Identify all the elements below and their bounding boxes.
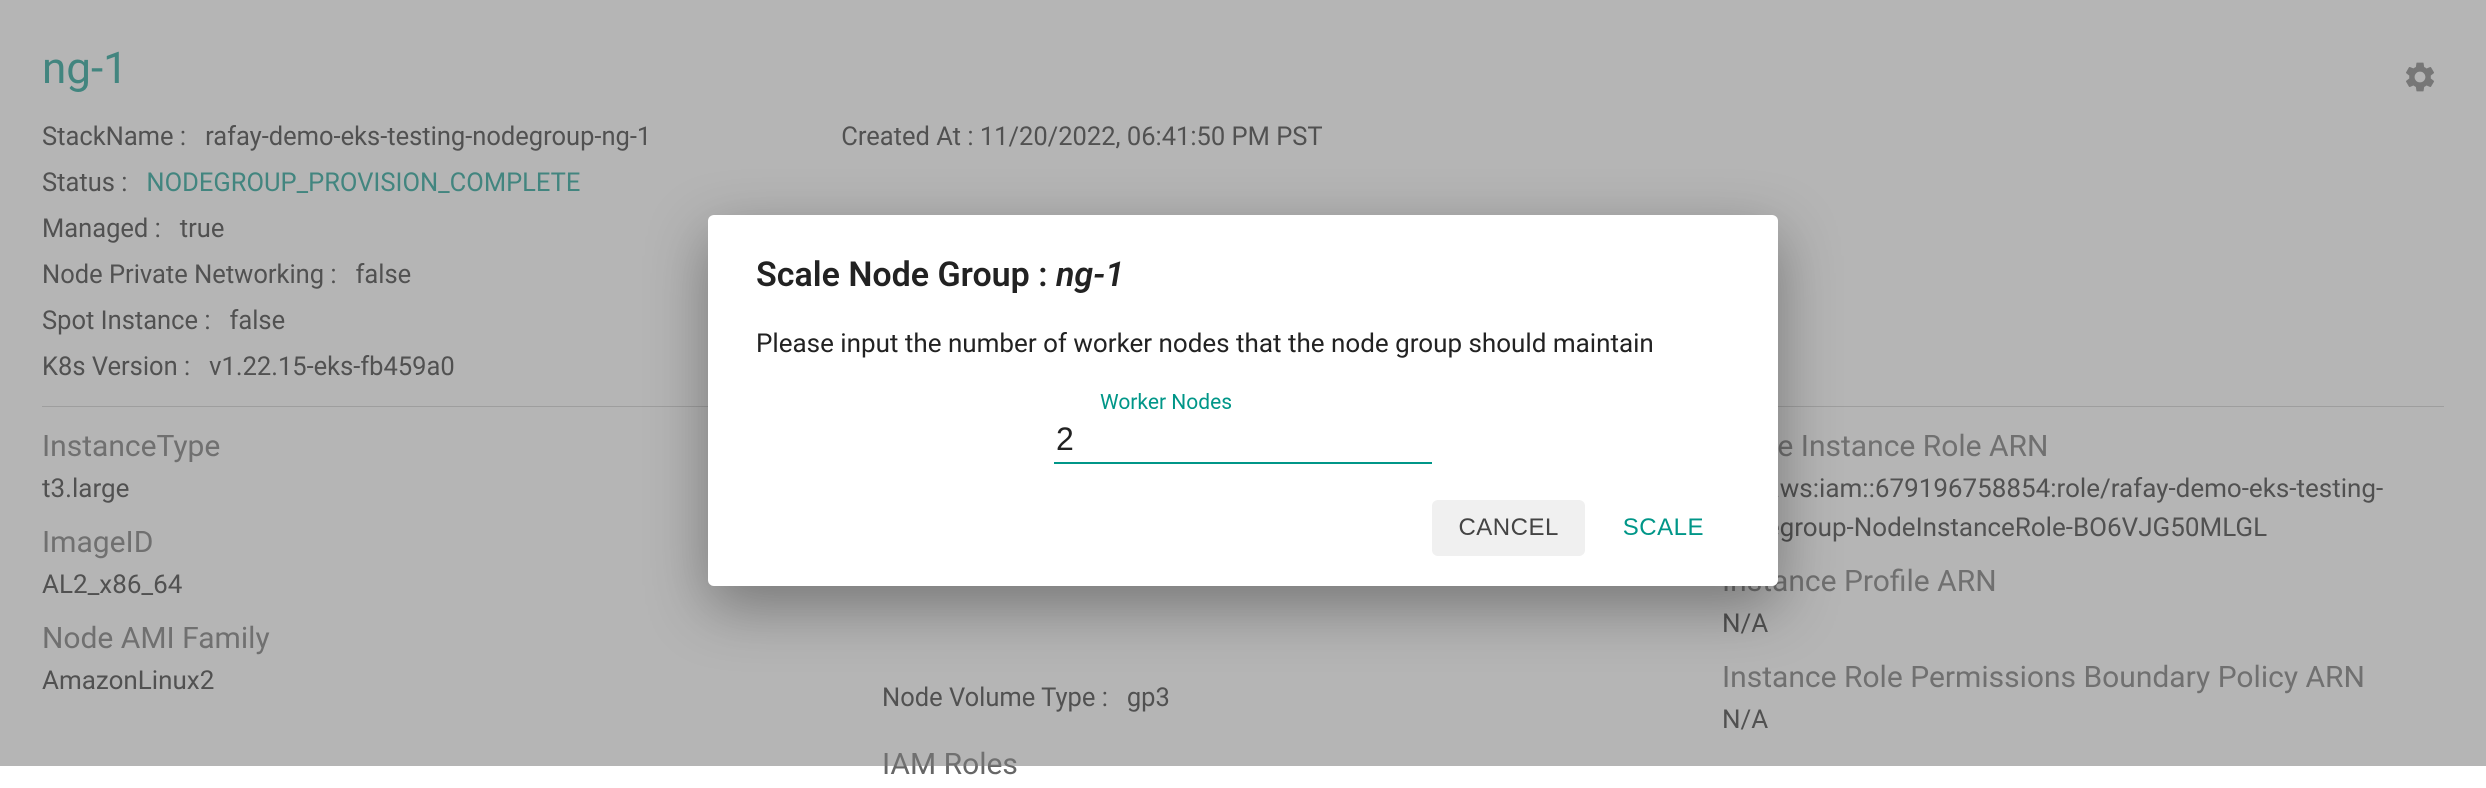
modal-description: Please input the number of worker nodes … (756, 329, 1730, 359)
modal-title-name: ng-1 (1056, 255, 1124, 295)
worker-nodes-label: Worker Nodes (1100, 391, 1232, 415)
modal-title: Scale Node Group : ng-1 (756, 255, 1730, 295)
modal-title-prefix: Scale Node Group : (756, 255, 1056, 295)
modal-actions: CANCEL SCALE (756, 500, 1730, 556)
cancel-button[interactable]: CANCEL (1432, 500, 1584, 556)
modal-overlay[interactable]: Scale Node Group : ng-1 Please input the… (0, 0, 2486, 766)
scale-button[interactable]: SCALE (1597, 500, 1730, 556)
scale-node-group-modal: Scale Node Group : ng-1 Please input the… (708, 215, 1778, 586)
worker-nodes-input[interactable] (1054, 417, 1432, 464)
